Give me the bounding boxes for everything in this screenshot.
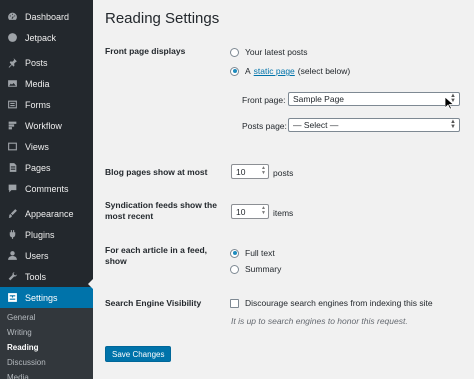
menu-label: Dashboard xyxy=(25,11,70,22)
search-engine-description: It is up to search engines to honor this… xyxy=(231,316,408,326)
radio-summary[interactable]: Summary xyxy=(230,264,281,274)
checkbox[interactable] xyxy=(230,298,239,308)
syndication-unit: items xyxy=(273,208,294,218)
front-page-label: Front page displays xyxy=(105,46,186,56)
menu-label: Forms xyxy=(25,99,51,110)
settings-icon xyxy=(6,292,18,304)
menu-item-dashboard[interactable]: Dashboard xyxy=(0,6,93,27)
pin-icon xyxy=(6,57,18,69)
menu-label: Appearance xyxy=(25,208,74,219)
select-arrows-icon: ▲ ▼ xyxy=(450,119,456,130)
workflow-icon xyxy=(6,120,18,132)
front-page-select[interactable]: Sample Page ▲ ▼ xyxy=(288,92,460,106)
plugin-icon xyxy=(6,229,18,241)
radio-label: Full text xyxy=(245,248,275,258)
feed-article-label: For each article in a feed, show xyxy=(105,245,208,266)
menu-item-media[interactable]: Media xyxy=(0,73,93,94)
menu-item-plugins[interactable]: Plugins xyxy=(0,224,93,245)
menu-label: Pages xyxy=(25,162,51,173)
menu-label: Settings xyxy=(25,292,58,303)
radio-static-page[interactable]: A static page (select below) xyxy=(230,66,350,76)
submenu-item-reading[interactable]: Reading xyxy=(0,340,93,355)
posts-page-select[interactable]: — Select — ▲ ▼ xyxy=(288,118,460,132)
radio-full-text[interactable]: Full text xyxy=(230,248,275,258)
radio-label: Summary xyxy=(245,264,282,274)
menu-item-posts[interactable]: Posts xyxy=(0,52,93,73)
radio-latest-posts[interactable]: Your latest posts xyxy=(230,47,308,57)
radio-label-prefix: A xyxy=(245,66,251,76)
syndication-input[interactable]: 10 ▲ ▼ xyxy=(231,204,269,219)
menu-item-settings[interactable]: Settings xyxy=(0,287,93,308)
input-value: 10 xyxy=(236,166,246,177)
radio-button[interactable] xyxy=(230,47,239,57)
submenu-item-discussion[interactable]: Discussion xyxy=(0,355,93,370)
select-value: Sample Page xyxy=(293,94,345,104)
menu-label: Posts xyxy=(25,57,48,68)
blog-pages-input[interactable]: 10 ▲ ▼ xyxy=(231,164,269,179)
submenu-item-general[interactable]: General xyxy=(0,310,93,325)
menu-label: Plugins xyxy=(25,229,55,240)
radio-label-suffix: (select below) xyxy=(297,66,351,76)
menu-item-comments[interactable]: Comments xyxy=(0,178,93,199)
radio-button[interactable] xyxy=(230,66,239,76)
menu-label: Media xyxy=(25,78,50,89)
submenu-item-media[interactable]: Media xyxy=(0,370,93,379)
users-icon xyxy=(6,250,18,262)
discourage-search-checkbox-row[interactable]: Discourage search engines from indexing … xyxy=(230,298,433,308)
input-value: 10 xyxy=(236,206,246,217)
submenu-item-writing[interactable]: Writing xyxy=(0,325,93,340)
views-icon xyxy=(6,141,18,153)
menu-item-users[interactable]: Users xyxy=(0,245,93,266)
syndication-label: Syndication feeds show the most recent xyxy=(105,200,217,221)
brush-icon xyxy=(6,208,18,220)
page-title: Reading Settings xyxy=(105,10,220,27)
menu-label: Workflow xyxy=(25,120,62,131)
menu-label: Jetpack xyxy=(25,32,57,43)
menu-item-forms[interactable]: Forms xyxy=(0,94,93,115)
admin-sidebar: Dashboard Jetpack Posts Media Forms Work… xyxy=(0,0,93,379)
comments-icon xyxy=(6,183,18,195)
checkbox-label: Discourage search engines from indexing … xyxy=(245,298,433,308)
menu-item-views[interactable]: Views xyxy=(0,136,93,157)
select-value: — Select — xyxy=(293,120,339,130)
menu-label: Users xyxy=(25,250,49,261)
forms-icon xyxy=(6,99,18,111)
main-content: Reading Settings Front page displays You… xyxy=(93,0,474,379)
pages-icon xyxy=(6,162,18,174)
spinner-icon[interactable]: ▲ ▼ xyxy=(261,206,266,216)
menu-item-appearance[interactable]: Appearance xyxy=(0,203,93,224)
menu-item-jetpack[interactable]: Jetpack xyxy=(0,27,93,48)
spinner-icon[interactable]: ▲ ▼ xyxy=(261,166,266,176)
blog-pages-label: Blog pages show at most xyxy=(105,167,208,177)
search-engine-label: Search Engine Visibility xyxy=(105,298,202,308)
radio-button[interactable] xyxy=(230,248,239,258)
static-page-link[interactable]: static page xyxy=(254,66,295,76)
menu-item-pages[interactable]: Pages xyxy=(0,157,93,178)
menu-item-tools[interactable]: Tools xyxy=(0,266,93,287)
menu-label: Views xyxy=(25,141,49,152)
save-changes-button[interactable]: Save Changes xyxy=(105,346,172,362)
front-page-select-label: Front page: xyxy=(242,95,286,105)
jetpack-icon xyxy=(6,32,18,44)
mouse-cursor-icon xyxy=(444,96,455,112)
posts-page-select-label: Posts page: xyxy=(242,121,287,131)
blog-pages-unit: posts xyxy=(273,168,294,178)
menu-label: Tools xyxy=(25,271,47,282)
dashboard-icon xyxy=(6,11,18,23)
radio-button[interactable] xyxy=(230,264,239,274)
menu-item-workflow[interactable]: Workflow xyxy=(0,115,93,136)
menu-label: Comments xyxy=(25,183,69,194)
wrench-icon xyxy=(6,271,18,283)
settings-submenu: General Writing Reading Discussion Media xyxy=(0,308,93,379)
radio-label: Your latest posts xyxy=(245,47,308,57)
media-icon xyxy=(6,78,18,90)
